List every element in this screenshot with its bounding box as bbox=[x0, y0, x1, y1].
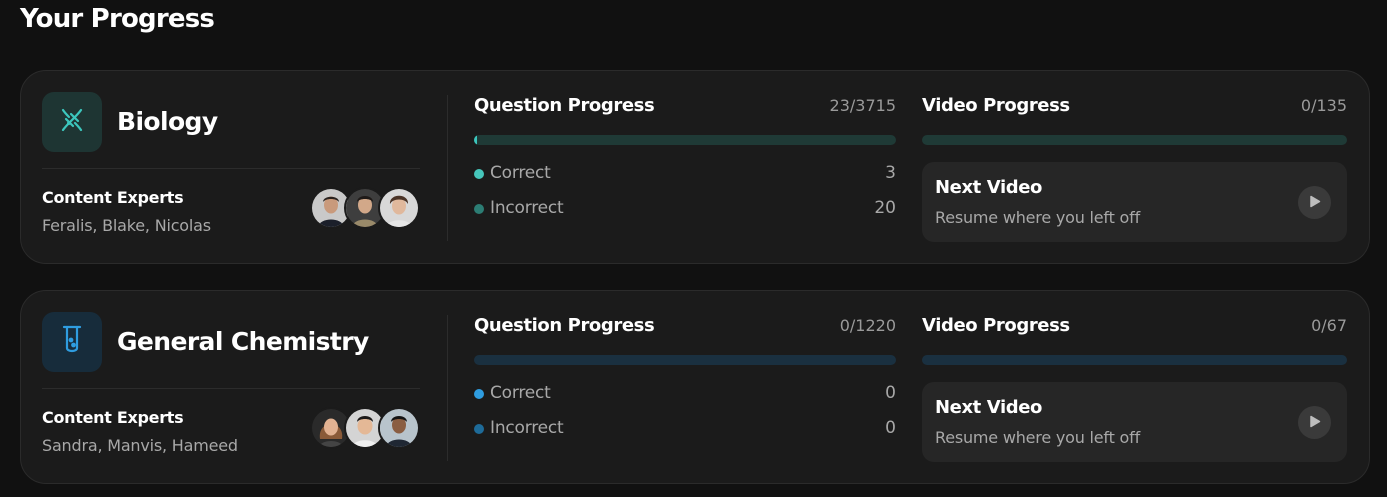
play-button[interactable] bbox=[1298, 406, 1331, 439]
subject-card-general-chemistry[interactable]: General Chemistry Content Experts Sandra… bbox=[20, 290, 1370, 484]
question-progress-bar bbox=[474, 135, 896, 145]
subject-name[interactable]: Biology bbox=[117, 107, 218, 136]
next-video-card[interactable]: Next Video Resume where you left off bbox=[922, 382, 1347, 462]
content-experts-names: Feralis, Blake, Nicolas bbox=[42, 216, 211, 235]
question-progress-fill bbox=[474, 135, 477, 145]
expert-avatars bbox=[310, 187, 422, 229]
correct-label: Correct bbox=[490, 383, 551, 403]
correct-dot bbox=[474, 169, 484, 179]
incorrect-dot bbox=[474, 424, 484, 434]
subject-icon-tile bbox=[42, 92, 102, 152]
correct-value: 0 bbox=[885, 383, 896, 403]
incorrect-value: 0 bbox=[885, 418, 896, 438]
question-progress-count: 0/1220 bbox=[839, 316, 896, 335]
test-tube-icon bbox=[57, 323, 87, 361]
play-icon bbox=[1309, 413, 1321, 432]
incorrect-value: 20 bbox=[874, 198, 896, 218]
video-progress-count: 0/67 bbox=[1311, 316, 1347, 335]
incorrect-stat: Incorrect 20 bbox=[474, 198, 896, 220]
dna-icon bbox=[55, 103, 89, 141]
play-icon bbox=[1309, 193, 1321, 212]
incorrect-label: Incorrect bbox=[490, 418, 564, 438]
avatar bbox=[378, 407, 420, 449]
correct-stat: Correct 3 bbox=[474, 163, 896, 185]
correct-label: Correct bbox=[490, 163, 551, 183]
video-progress-bar bbox=[922, 355, 1347, 365]
column-divider bbox=[447, 315, 448, 461]
question-progress-title: Question Progress bbox=[474, 95, 655, 116]
correct-stat: Correct 0 bbox=[474, 383, 896, 405]
avatar bbox=[378, 187, 420, 229]
content-experts-label: Content Experts bbox=[42, 408, 184, 427]
next-video-subtitle: Resume where you left off bbox=[935, 208, 1141, 227]
subject-card-biology[interactable]: Biology Content Experts Feralis, Blake, … bbox=[20, 70, 1370, 264]
question-progress-bar bbox=[474, 355, 896, 365]
incorrect-dot bbox=[474, 204, 484, 214]
page-title: Your Progress bbox=[20, 4, 215, 34]
divider bbox=[42, 388, 420, 389]
subject-icon-tile bbox=[42, 312, 102, 372]
video-progress-title: Video Progress bbox=[922, 95, 1070, 116]
next-video-title: Next Video bbox=[935, 397, 1042, 418]
video-progress-title: Video Progress bbox=[922, 315, 1070, 336]
column-divider bbox=[447, 95, 448, 241]
correct-dot bbox=[474, 389, 484, 399]
video-progress-count: 0/135 bbox=[1300, 96, 1347, 115]
play-button[interactable] bbox=[1298, 186, 1331, 219]
next-video-subtitle: Resume where you left off bbox=[935, 428, 1141, 447]
next-video-title: Next Video bbox=[935, 177, 1042, 198]
divider bbox=[42, 168, 420, 169]
subject-name[interactable]: General Chemistry bbox=[117, 327, 369, 356]
content-experts-names: Sandra, Manvis, Hameed bbox=[42, 436, 238, 455]
correct-value: 3 bbox=[885, 163, 896, 183]
expert-avatars bbox=[310, 407, 422, 449]
next-video-card[interactable]: Next Video Resume where you left off bbox=[922, 162, 1347, 242]
question-progress-count: 23/3715 bbox=[829, 96, 896, 115]
video-progress-bar bbox=[922, 135, 1347, 145]
question-progress-title: Question Progress bbox=[474, 315, 655, 336]
incorrect-stat: Incorrect 0 bbox=[474, 418, 896, 440]
content-experts-label: Content Experts bbox=[42, 188, 184, 207]
incorrect-label: Incorrect bbox=[490, 198, 564, 218]
